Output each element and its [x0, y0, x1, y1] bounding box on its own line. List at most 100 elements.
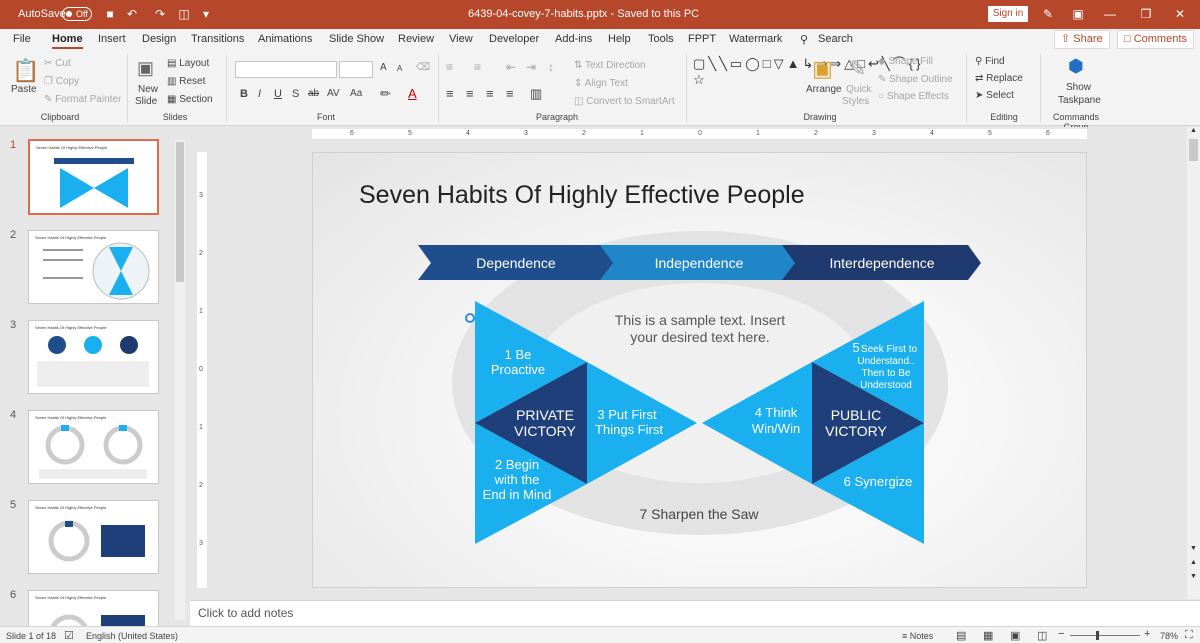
tab-search[interactable]: Search: [818, 33, 853, 45]
find-button[interactable]: ⚲ Find: [975, 56, 1005, 67]
shadow-button[interactable]: S: [292, 88, 299, 100]
tab-review[interactable]: Review: [398, 33, 434, 45]
strikethrough-button[interactable]: ab: [308, 88, 319, 99]
minimize-icon[interactable]: —: [1100, 6, 1120, 22]
font-size-input[interactable]: [339, 61, 373, 78]
previous-slide-icon[interactable]: ▲: [1190, 559, 1197, 566]
justify-icon[interactable]: ≡: [506, 86, 514, 101]
taskpane-icon[interactable]: ⬢: [1068, 56, 1084, 77]
line-spacing-icon[interactable]: ↕: [548, 60, 554, 74]
scroll-thumb[interactable]: [1189, 139, 1198, 161]
zoom-slider-thumb[interactable]: [1096, 631, 1099, 640]
redo-icon[interactable]: ↷: [152, 6, 168, 22]
thumbnails-scrollbar[interactable]: [175, 140, 185, 620]
numbering-icon[interactable]: ≡: [474, 60, 481, 74]
tab-insert[interactable]: Insert: [98, 33, 126, 45]
text-direction-button[interactable]: ⇅ Text Direction: [574, 60, 646, 71]
reset-button[interactable]: ▥ Reset: [167, 76, 205, 87]
tab-tools[interactable]: Tools: [648, 33, 674, 45]
notes-placeholder[interactable]: Click to add notes: [198, 606, 293, 620]
char-spacing-button[interactable]: AV: [327, 88, 340, 99]
layout-button[interactable]: ▤ Layout: [167, 58, 209, 69]
bullets-icon[interactable]: ≡: [446, 60, 453, 74]
search-icon[interactable]: ⚲: [800, 33, 808, 46]
tab-home[interactable]: Home: [52, 33, 83, 49]
shrink-font-button[interactable]: A: [397, 64, 402, 73]
normal-view-icon[interactable]: ▤: [956, 629, 966, 642]
scroll-thumb[interactable]: [176, 142, 184, 282]
slide-thumbnail-3[interactable]: Seven Habits Of Highly Effective People: [28, 320, 159, 394]
tab-view[interactable]: View: [449, 33, 473, 45]
tab-watermark[interactable]: Watermark: [729, 33, 782, 45]
decrease-indent-icon[interactable]: ⇤: [506, 60, 516, 74]
slide-canvas[interactable]: Seven Habits Of Highly Effective People …: [312, 152, 1087, 588]
tab-file[interactable]: File: [13, 33, 31, 45]
undo-icon[interactable]: ↶: [124, 6, 140, 22]
section-button[interactable]: ▦ Section: [167, 94, 213, 105]
autosave-toggle[interactable]: Off: [62, 7, 92, 21]
underline-button[interactable]: U: [274, 88, 282, 100]
columns-icon[interactable]: ▥: [530, 86, 542, 102]
ribbon-display-icon[interactable]: ▣: [1068, 6, 1088, 22]
new-slide-icon[interactable]: ▣: [137, 58, 154, 79]
align-text-button[interactable]: ⇕ Align Text: [574, 78, 628, 89]
tab-design[interactable]: Design: [142, 33, 176, 45]
spell-check-icon[interactable]: ☑: [64, 629, 74, 642]
tab-slide-show[interactable]: Slide Show: [329, 33, 384, 45]
zoom-slider[interactable]: [1070, 635, 1140, 636]
italic-button[interactable]: I: [258, 88, 261, 100]
new-slide-label-2[interactable]: Slide: [135, 96, 157, 107]
sign-in-button[interactable]: Sign in: [988, 6, 1028, 22]
zoom-out-icon[interactable]: −: [1058, 628, 1064, 640]
notes-toggle-button[interactable]: ≡ Notes: [902, 631, 933, 641]
customize-qat-icon[interactable]: ▾: [198, 6, 214, 22]
font-color-icon[interactable]: A: [408, 86, 417, 101]
align-right-icon[interactable]: ≡: [486, 86, 494, 101]
slide-thumbnail-4[interactable]: Seven Habits Of Highly Effective People: [28, 410, 159, 484]
show-taskpane-label-2[interactable]: Taskpane: [1058, 95, 1101, 106]
fit-to-window-icon[interactable]: ⛶: [1185, 629, 1193, 642]
show-taskpane-label[interactable]: Show: [1066, 82, 1091, 93]
close-icon[interactable]: ✕: [1170, 6, 1190, 22]
shape-effects-button[interactable]: ○ Shape Effects: [878, 91, 949, 102]
zoom-level[interactable]: 78%: [1160, 631, 1178, 641]
highlight-icon[interactable]: ✏: [380, 86, 391, 102]
zoom-in-icon[interactable]: +: [1144, 628, 1150, 640]
tab-add-ins[interactable]: Add-ins: [555, 33, 592, 45]
paste-button[interactable]: Paste: [11, 84, 37, 95]
copy-button[interactable]: ❐ Copy: [44, 76, 79, 87]
paste-icon[interactable]: 📋: [12, 58, 39, 84]
scroll-up-icon[interactable]: ▲: [1190, 127, 1197, 134]
shape-outline-button[interactable]: ✎ Shape Outline: [878, 74, 953, 85]
scroll-down-icon[interactable]: ▼: [1190, 545, 1197, 552]
language-indicator[interactable]: English (United States): [86, 631, 178, 641]
new-slide-label[interactable]: New: [138, 84, 158, 95]
comments-button[interactable]: □ Comments: [1117, 30, 1194, 49]
share-button[interactable]: ⇧ Share: [1054, 30, 1110, 49]
arrange-icon[interactable]: ▣: [812, 56, 833, 82]
notes-pane[interactable]: Click to add notes: [190, 600, 1200, 626]
tab-help[interactable]: Help: [608, 33, 631, 45]
shapes-gallery[interactable]: ▢╲╲▭◯□▽▲↳⇒⇒△□↩╲⌒{}☆: [693, 56, 920, 104]
select-button[interactable]: ➤ Select: [975, 90, 1014, 101]
tab-developer[interactable]: Developer: [489, 33, 539, 45]
quick-styles-icon[interactable]: ✎: [848, 56, 866, 82]
present-icon[interactable]: ◫: [176, 6, 192, 22]
arrange-button[interactable]: Arrange: [806, 84, 842, 95]
grow-font-button[interactable]: A: [380, 62, 387, 73]
quick-styles-label[interactable]: Quick: [846, 84, 872, 95]
next-slide-icon[interactable]: ▼: [1190, 573, 1197, 580]
pen-icon[interactable]: ✎: [1038, 6, 1058, 22]
slide-sorter-icon[interactable]: ▦: [983, 629, 993, 642]
cut-button[interactable]: ✂ Cut: [44, 58, 71, 69]
increase-indent-icon[interactable]: ⇥: [526, 60, 536, 74]
clear-format-icon[interactable]: ⌫: [416, 62, 430, 73]
editor-scrollbar[interactable]: ▲ ▼ ▲ ▼: [1187, 127, 1200, 599]
shape-fill-button[interactable]: ◆ Shape Fill: [878, 56, 933, 67]
change-case-button[interactable]: Aa: [350, 88, 362, 99]
align-left-icon[interactable]: ≡: [446, 86, 454, 101]
slideshow-view-icon[interactable]: ◫: [1037, 629, 1047, 642]
font-name-input[interactable]: [235, 61, 337, 78]
slide-thumbnail-5[interactable]: Seven Habits Of Highly Effective People: [28, 500, 159, 574]
tab-fppt[interactable]: FPPT: [688, 33, 716, 45]
